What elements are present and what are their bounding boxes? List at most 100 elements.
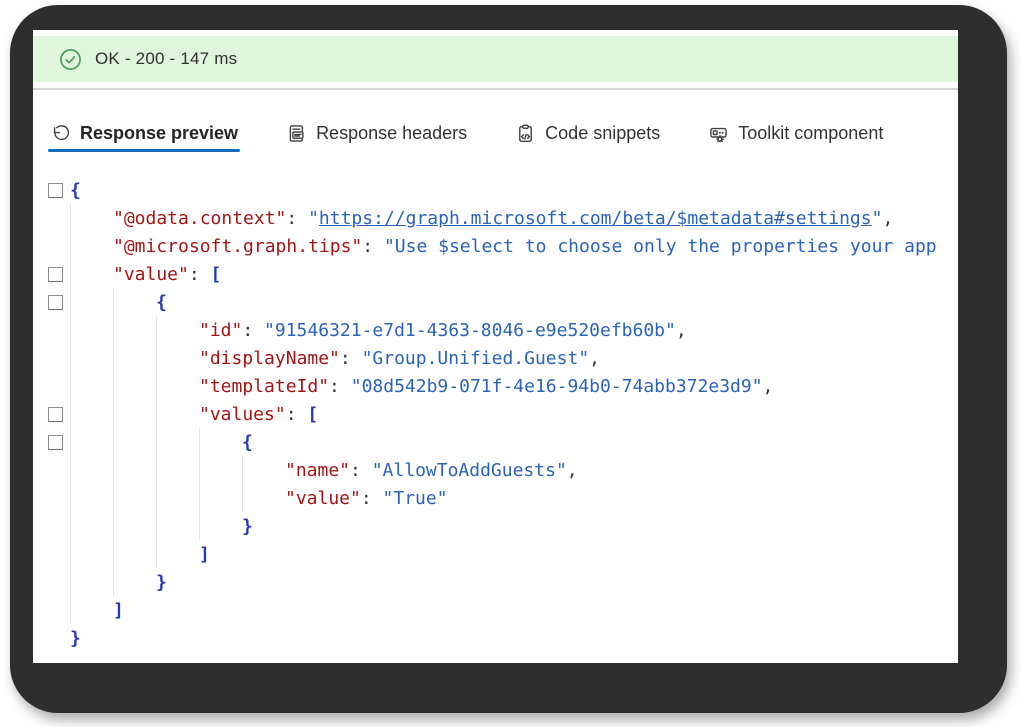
code-token: , [589,347,600,369]
fold-gutter [33,512,70,540]
indent-guide [156,428,199,456]
code-token: "displayName" [199,347,340,369]
code-line: "displayName": "Group.Unified.Guest", [33,344,958,372]
fold-checkbox[interactable] [48,406,63,422]
indent-guide [113,540,156,568]
code-token: [ [307,403,319,425]
indent-guide [70,456,113,484]
code-line: { [33,288,958,316]
code-token: "templateId" [199,375,330,397]
indent-guide [70,400,113,428]
tab-label: Toolkit component [738,123,884,143]
fold-gutter [33,484,70,512]
indent-guide [156,540,199,568]
tab-response-headers[interactable]: Response headers [284,123,469,162]
fold-gutter [33,232,70,260]
code-token: " [308,207,319,229]
fold-checkbox[interactable] [48,182,63,198]
code-line: "id": "91546321-e7d1-4363-8046-e9e520efb… [33,316,958,344]
fold-gutter [33,568,70,596]
code-token: , [762,375,774,397]
indent-guide [70,540,113,568]
fold-checkbox[interactable] [48,294,63,310]
tab-label: Code snippets [545,123,661,143]
indent-guide [70,428,113,456]
code-token: "name" [285,459,351,481]
code-token: , [566,459,578,481]
code-token: "@odata.context" [113,207,287,229]
indent-guide [113,316,156,344]
tab-label: Response preview [80,123,239,143]
code-token: ] [199,543,210,565]
code-token: } [242,515,253,537]
indent-guide [156,484,199,512]
fold-checkbox[interactable] [48,266,63,282]
indent-guide [156,512,199,540]
code-token: "values" [199,403,286,425]
indent-guide [156,456,199,484]
code-token: "Use $select to choose only the properti… [383,235,937,257]
indent-guide [199,512,242,540]
code-line: "templateId": "08d542b9-071f-4e16-94b0-7… [33,372,958,400]
document-chat-icon [286,123,307,144]
indent-guide [199,428,242,456]
code-token: "Group.Unified.Guest" [361,347,590,369]
code-token: "True" [382,487,448,509]
code-token: { [70,179,81,201]
code-token: ] [113,599,124,621]
code-token: "91546321-e7d1-4363-8046-e9e520efb60b" [264,319,676,341]
indent-guide [199,456,242,484]
code-token: : [329,375,351,397]
fold-gutter [33,596,70,624]
code-token: [ [210,263,222,285]
code-token: : [188,263,211,285]
tab-response-preview[interactable]: Response preview [48,123,241,162]
indent-guide [70,316,113,344]
indent-guide [113,568,156,596]
undo-arrow-icon [50,123,71,144]
clipboard-code-icon [515,123,536,144]
fold-gutter [33,288,70,316]
tab-bar: Response preview Response headers Code sni… [33,90,958,162]
indent-guide [113,400,156,428]
code-token: , [675,319,687,341]
code-line: "value": "True" [33,484,958,512]
code-token: { [156,291,167,313]
fold-gutter [33,176,70,204]
tab-code-snippets[interactable]: Code snippets [513,123,662,162]
indent-guide [113,344,156,372]
code-token: } [70,627,81,649]
code-line: } [33,512,958,540]
code-line: "@microsoft.graph.tips": "Use $select to… [33,232,958,260]
code-token: : [362,235,384,257]
tab-label: Response headers [316,123,468,143]
indent-guide [70,484,113,512]
indent-guide [156,316,199,344]
indent-guide [70,288,113,316]
fold-gutter [33,540,70,568]
code-line: } [33,568,958,596]
indent-guide [156,344,199,372]
indent-guide [113,372,156,400]
code-token: " [871,207,883,229]
fold-checkbox[interactable] [48,434,63,450]
status-text: OK - 200 - 147 ms [95,49,238,68]
code-token: : [242,319,265,341]
code-line: "value": [ [33,260,958,288]
indent-guide [242,456,285,484]
tab-toolkit-component[interactable]: Toolkit component [706,123,885,162]
code-line: "values": [ [33,400,958,428]
indent-guide [242,484,285,512]
response-body: { "@odata.context": " https://graph.micros… [33,162,958,652]
fold-gutter [33,428,70,456]
response-url-link[interactable]: https://graph.microsoft.com/beta/$metada… [319,208,872,229]
indent-guide [113,484,156,512]
indent-guide [113,288,156,316]
status-bar: OK - 200 - 147 ms [33,36,958,82]
indent-guide [70,260,113,288]
indent-guide [113,428,156,456]
indent-guide [70,204,113,232]
indent-guide [156,400,199,428]
component-gear-icon [708,123,729,144]
indent-guide [70,372,113,400]
